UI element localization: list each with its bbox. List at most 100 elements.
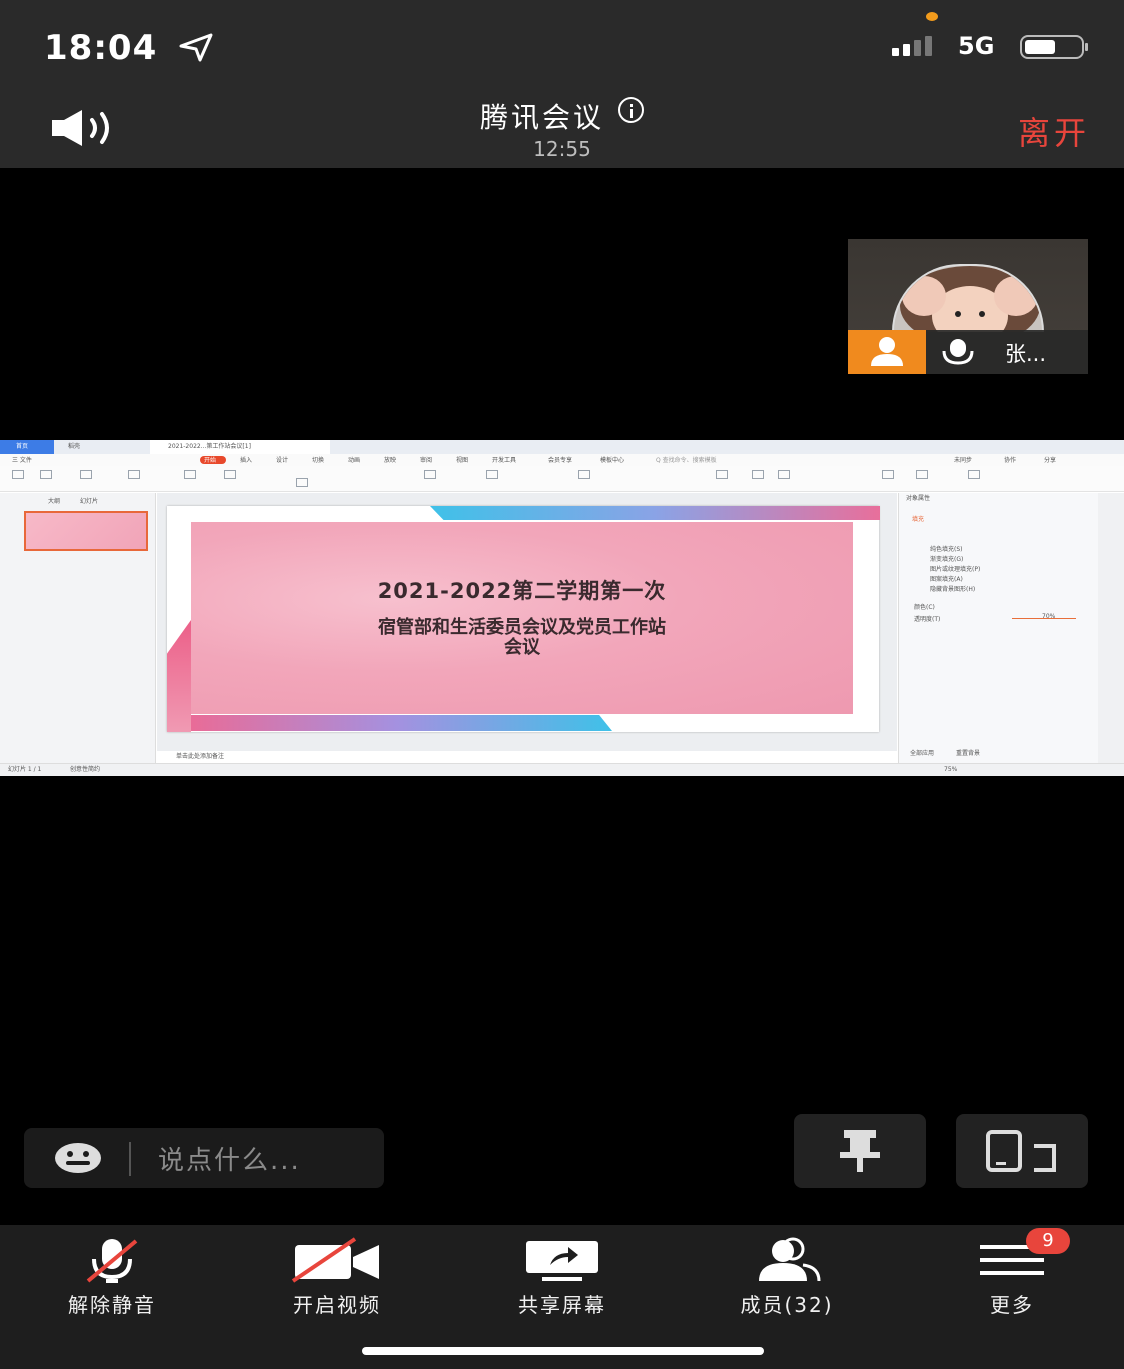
video-off-icon: [291, 1237, 379, 1283]
font-size-icon[interactable]: [424, 470, 436, 479]
panel-fill-tab[interactable]: 填充: [912, 516, 924, 524]
host-badge: [848, 330, 926, 374]
mic-icon: [942, 339, 974, 365]
fill-pattern[interactable]: 图案填充(A): [930, 576, 963, 584]
info-icon[interactable]: [618, 97, 644, 123]
color-label: 颜色(C): [914, 604, 935, 611]
slide-title[interactable]: 2021-2022第二学期第一次: [191, 575, 853, 605]
line-spacing-icon[interactable]: [578, 470, 590, 479]
chat-input[interactable]: 说点什么...: [158, 1140, 301, 1177]
slide-counter: 幻灯片 1 / 1: [8, 766, 42, 773]
signal-icon: [892, 36, 932, 56]
slide-subtitle-line2: 会议: [504, 637, 540, 658]
menu-insert[interactable]: 插入: [240, 457, 252, 465]
properties-panel: [898, 493, 1098, 763]
more-label: 更多: [990, 1293, 1034, 1317]
tab-outline[interactable]: 大纲: [48, 498, 60, 506]
wps-docer-tab[interactable]: 稻壳: [68, 443, 80, 451]
unmute-button[interactable]: 解除静音: [22, 1235, 202, 1325]
slide-thumbnail[interactable]: [24, 511, 148, 551]
more-button[interactable]: 更多: [922, 1235, 1102, 1325]
fill-solid[interactable]: 纯色填充(S): [930, 546, 963, 554]
user-icon: [871, 337, 903, 366]
play-from-start-icon[interactable]: [128, 470, 140, 479]
start-video-button[interactable]: 开启视频: [247, 1235, 427, 1325]
zoom-level[interactable]: 75%: [944, 766, 957, 774]
menu-transition[interactable]: 切换: [312, 457, 324, 465]
bullets-icon[interactable]: [486, 470, 498, 479]
layout-icon[interactable]: [224, 470, 236, 479]
fill-gradient[interactable]: 渐变填充(G): [930, 556, 963, 564]
reset-background-button[interactable]: 重置背景: [956, 750, 980, 758]
wps-document-name: 2021-2022...第工作站会议[1]: [168, 443, 251, 450]
apply-all-button[interactable]: 全部应用: [910, 750, 934, 758]
meeting-title[interactable]: 腾讯会议: [0, 96, 1124, 136]
textbox-icon[interactable]: [716, 470, 728, 479]
theme-name: 创意性简约: [70, 766, 101, 773]
wps-ribbon: [0, 466, 1124, 492]
select-icon[interactable]: [968, 470, 980, 479]
emoji-icon[interactable]: [54, 1142, 102, 1174]
members-label: 成员(32): [740, 1293, 834, 1317]
transparency-label: 透明度(T): [914, 616, 941, 623]
slide-decor-top: [430, 506, 880, 520]
network-type: 5G: [958, 32, 995, 60]
participant-name: 张...: [1005, 342, 1047, 366]
menu-share[interactable]: 分享: [1044, 457, 1056, 465]
share-screen-button[interactable]: 共享屏幕: [472, 1235, 652, 1325]
menu-templates[interactable]: 模板中心: [600, 457, 624, 465]
drawing-tools-icon[interactable]: [882, 470, 894, 479]
shared-screen[interactable]: 首页 稻壳 2021-2022...第工作站会议[1] 三 文件 开始 插入 设…: [0, 440, 1124, 776]
paste-icon[interactable]: [12, 470, 24, 479]
rotate-screen-button[interactable]: [956, 1114, 1088, 1188]
bold-icon[interactable]: [296, 478, 308, 487]
status-time: 18:04: [44, 28, 158, 68]
menu-review[interactable]: 审阅: [420, 457, 432, 465]
share-screen-icon: [526, 1241, 598, 1281]
menu-slideshow[interactable]: 放映: [384, 457, 396, 465]
slide-decor-bottom: [182, 715, 612, 731]
slide-subtitle[interactable]: 宿管部和生活委员会议及党员工作站 会议: [191, 618, 853, 658]
transparency-value: 70%: [1042, 613, 1056, 620]
menu-search[interactable]: Q 查找命令、搜索模板: [656, 457, 717, 465]
battery-icon: [1020, 35, 1088, 59]
shape-icon[interactable]: [752, 470, 764, 479]
menu-view[interactable]: 视图: [456, 457, 468, 465]
mic-muted-icon: [86, 1239, 138, 1283]
pin-button[interactable]: [794, 1114, 926, 1188]
find-icon[interactable]: [916, 470, 928, 479]
menu-sync[interactable]: 未同步: [954, 457, 972, 465]
menu-design[interactable]: 设计: [276, 457, 288, 465]
right-toolbar: [1098, 493, 1124, 763]
format-painter-icon[interactable]: [80, 470, 92, 479]
start-video-label: 开启视频: [293, 1293, 381, 1317]
leave-button[interactable]: 离开: [1018, 108, 1090, 154]
rotate-screen-icon: [986, 1130, 1056, 1172]
share-screen-label: 共享屏幕: [518, 1293, 606, 1317]
notes-placeholder[interactable]: 单击此处添加备注: [176, 753, 224, 761]
meeting-duration: 12:55: [533, 137, 591, 161]
more-notification-badge: 9: [1026, 1228, 1070, 1254]
chat-divider: [129, 1142, 131, 1176]
location-arrow-icon: [179, 33, 213, 62]
picture-icon[interactable]: [778, 470, 790, 479]
fill-picture[interactable]: 图片或纹理填充(P): [930, 566, 980, 574]
hide-background[interactable]: 隐藏背景图形(H): [930, 586, 975, 594]
home-indicator[interactable]: [362, 1347, 764, 1355]
members-icon: [759, 1237, 821, 1282]
new-slide-icon[interactable]: [184, 470, 196, 479]
menu-start[interactable]: 开始: [204, 457, 216, 465]
menu-devtools[interactable]: 开发工具: [492, 457, 516, 465]
menu-member[interactable]: 会员专享: [548, 457, 572, 465]
members-button[interactable]: 成员(32): [697, 1235, 877, 1325]
menu-animation[interactable]: 动画: [348, 457, 360, 465]
wps-home-label: 首页: [16, 443, 29, 450]
menu-collab[interactable]: 协作: [1004, 457, 1016, 465]
privacy-indicator-icon: [926, 12, 938, 21]
app-title: 腾讯会议: [479, 101, 604, 134]
cut-icon[interactable]: [40, 470, 52, 479]
pin-icon: [840, 1130, 880, 1172]
menu-file[interactable]: 三 文件: [12, 457, 32, 465]
tab-slides[interactable]: 幻灯片: [80, 498, 98, 506]
panel-title: 对象属性: [906, 495, 931, 502]
